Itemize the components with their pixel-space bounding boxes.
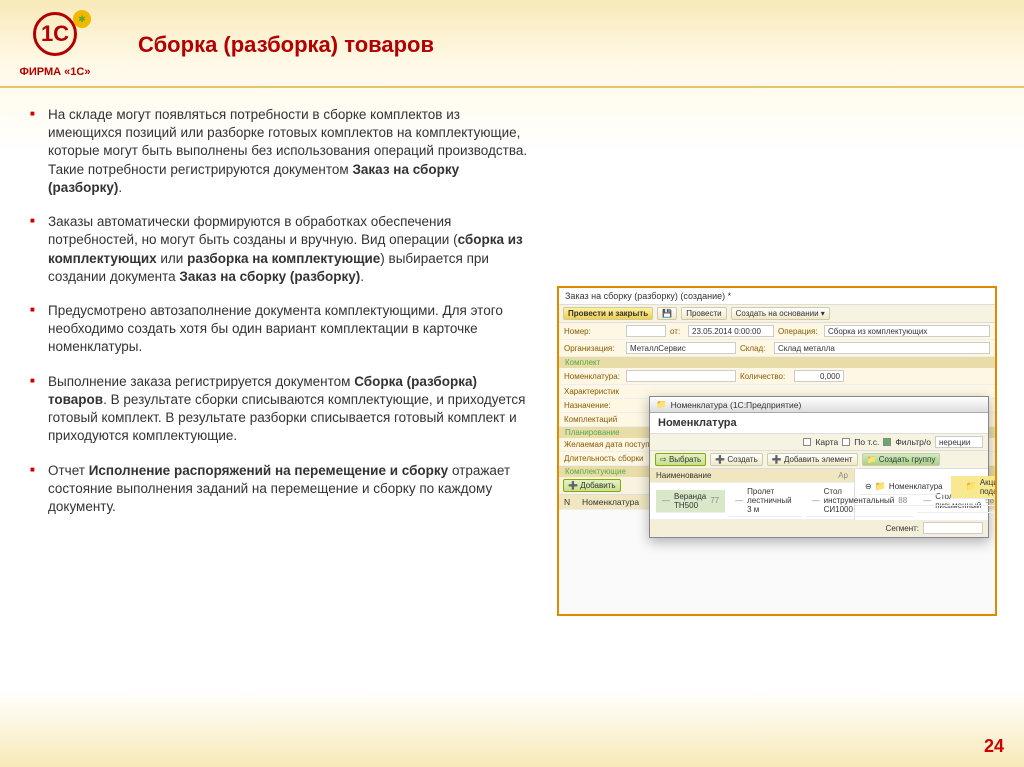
label-kolichestvo: Количество:	[740, 372, 790, 381]
input-nomer[interactable]	[626, 325, 666, 337]
label-komplektacia: Комплектаций	[564, 415, 622, 424]
tree-item[interactable]: ⊖ 📁Номенклатура	[860, 479, 948, 495]
bullet-item: На складе могут появляться потребности в…	[24, 106, 534, 197]
list-item[interactable]: —Веранда ТН50077	[656, 490, 725, 513]
chk-potc[interactable]	[842, 438, 850, 446]
bullet-list: На складе могут появляться потребности в…	[24, 106, 534, 616]
label-harakteristika: Характеристик	[564, 387, 622, 396]
dobavit-element-button[interactable]: ➕ Добавить элемент	[767, 453, 858, 466]
filter-input[interactable]: нереции	[935, 436, 983, 448]
input-kolichestvo[interactable]: 0,000	[794, 370, 844, 382]
chk-karta[interactable]	[803, 438, 811, 446]
bullet-item: Заказы автоматически формируются в обраб…	[24, 213, 534, 286]
input-operaciya[interactable]: Сборка из комплектующих	[824, 325, 990, 337]
list-item[interactable]: —Пролет лестничный 3 м	[729, 485, 801, 517]
bullet-item: Отчет Исполнение распоряжений на перемещ…	[24, 462, 534, 517]
window-title: Заказ на сборку (разборку) (создание) *	[559, 288, 995, 305]
label-sklad: Склад:	[740, 344, 770, 353]
sozdat-na-osnovanii-button[interactable]: Создать на основании ▾	[731, 307, 830, 320]
label-org: Организация:	[564, 344, 622, 353]
dobavit-button[interactable]: ➕ Добавить	[563, 479, 621, 492]
save-icon-button[interactable]: 💾	[657, 307, 677, 320]
nomenklatura-dialog: 📁 Номенклатура (1С:Предприятие) Номенкла…	[649, 396, 989, 538]
tree-item[interactable]: 📁Акции и подарки	[951, 476, 997, 499]
dialog-heading: Номенклатура	[650, 413, 988, 434]
page-number: 24	[984, 736, 1004, 757]
col-n: N	[564, 497, 578, 507]
input-org[interactable]: МеталлСервис	[626, 342, 736, 354]
col-nomenklatura: Номенклатура	[582, 497, 639, 507]
label-filter: Фильтр/о	[895, 437, 931, 447]
sozdat-button[interactable]: ➕ Создать	[710, 453, 763, 466]
sozdat-grupu-button[interactable]: 📁 Создать группу	[862, 453, 941, 466]
logo-icon: 1С ✱	[25, 12, 85, 62]
input-sklad[interactable]: Склад металла	[774, 342, 990, 354]
label-karta: Карта	[815, 437, 838, 447]
list-header: Наименование	[656, 471, 711, 480]
vybrat-button[interactable]: ⇨ Выбрать	[655, 453, 706, 466]
label-segment: Сегмент:	[886, 524, 919, 533]
label-operaciya: Операция:	[778, 327, 820, 336]
label-ot: от:	[670, 327, 684, 336]
logo-accent-icon: ✱	[73, 10, 91, 28]
provesti-zakryt-button[interactable]: Провести и закрыть	[563, 307, 653, 320]
label-naznachenie: Назначение:	[564, 401, 622, 410]
provesti-button[interactable]: Провести	[681, 307, 726, 320]
logo-glyph: 1С	[33, 12, 77, 56]
item-list: Наименование Ар —Веранда ТН50077—Пролет …	[650, 469, 855, 520]
chk-filter[interactable]	[883, 438, 891, 446]
list-col2: Ар	[838, 471, 848, 480]
label-nomenklatura: Номенклатура:	[564, 372, 622, 381]
page-title: Сборка (разборка) товаров	[110, 32, 434, 58]
logo: 1С ✱ ФИРМА «1С»	[0, 12, 110, 78]
input-nomenklatura[interactable]	[626, 370, 736, 382]
label-nomer: Номер:	[564, 327, 622, 336]
label-potc: По т.с.	[854, 437, 879, 447]
input-date[interactable]: 23.05.2014 0:00:00	[688, 325, 774, 337]
section-komplekt: Комплект	[559, 357, 995, 368]
label-zhelaemaya: Желаемая дата поступ	[564, 440, 654, 449]
folder-tree: ⊖ 📁Номенклатура📁Акции и подарки📁Инструме…	[855, 469, 997, 520]
bullet-item: Выполнение заказа регистрируется докумен…	[24, 373, 534, 446]
logo-brand: ФИРМА «1С»	[20, 66, 91, 78]
label-dlitelnost: Длительность сборки	[564, 454, 654, 463]
dialog-sys-title: 📁 Номенклатура (1С:Предприятие)	[650, 397, 988, 413]
segment-input[interactable]	[923, 522, 983, 534]
app-window: Заказ на сборку (разборку) (создание) * …	[557, 286, 997, 616]
bullet-item: Предусмотрено автозаполнение документа к…	[24, 302, 534, 357]
